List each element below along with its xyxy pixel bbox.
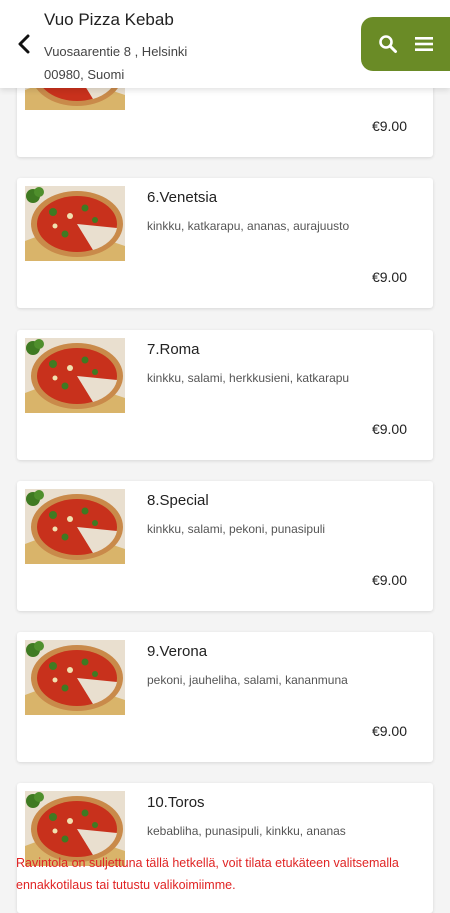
address-line-1: Vuosaarentie 8 , Helsinki	[44, 44, 188, 59]
menu-icon	[414, 37, 433, 51]
item-ingredients: kinkku, salami, herkkusieni, katkarapu	[147, 371, 350, 385]
pizza-image	[25, 640, 125, 715]
address-line-2: 00980, Suomi	[44, 67, 125, 82]
item-price: €9.00	[371, 421, 407, 437]
restaurant-address: Vuosaarentie 8 , Helsinki 00980, Suomi	[44, 40, 187, 86]
menu-item[interactable]: 7.Roma kinkku, salami, herkkusieni, katk…	[17, 330, 433, 460]
header-actions	[361, 17, 450, 71]
pizza-image	[25, 489, 125, 564]
item-price: €9.00	[371, 269, 407, 285]
closed-notice: Ravintola on suljettuna tällä hetkellä, …	[16, 856, 399, 892]
menu-item[interactable]: 8.Special kinkku, salami, pekoni, punasi…	[17, 481, 433, 611]
item-ingredients: kinkku, salami, pekoni, punasipuli	[147, 522, 326, 536]
search-button[interactable]	[377, 33, 399, 55]
item-name: 7.Roma	[147, 341, 200, 358]
restaurant-header: Vuo Pizza Kebab Vuosaarentie 8 , Helsink…	[0, 0, 450, 88]
pizza-image	[25, 338, 125, 413]
item-name: 8.Special	[147, 492, 209, 509]
item-ingredients: kebabliha, punasipuli, kinkku, ananas	[147, 824, 346, 838]
menu-item[interactable]: 9.Verona pekoni, jauheliha, salami, kana…	[17, 632, 433, 762]
item-price: €9.00	[371, 572, 407, 588]
restaurant-name: Vuo Pizza Kebab	[44, 10, 174, 29]
item-name: 10.Toros	[147, 794, 205, 811]
item-ingredients: kinkku, katkarapu, ananas, aurajuusto	[147, 219, 350, 233]
item-price: €9.00	[371, 723, 407, 739]
back-button[interactable]	[10, 30, 38, 58]
item-name: 6.Venetsia	[147, 189, 218, 206]
pizza-image	[25, 186, 125, 261]
search-icon	[378, 35, 397, 53]
item-price: €9.00	[371, 118, 407, 134]
menu-item[interactable]: 6.Venetsia kinkku, katkarapu, ananas, au…	[17, 178, 433, 308]
menu-button[interactable]	[413, 33, 435, 55]
item-name: 9.Verona	[147, 643, 208, 660]
back-icon	[18, 34, 30, 54]
item-ingredients: pekoni, jauheliha, salami, kananmuna	[147, 673, 348, 687]
